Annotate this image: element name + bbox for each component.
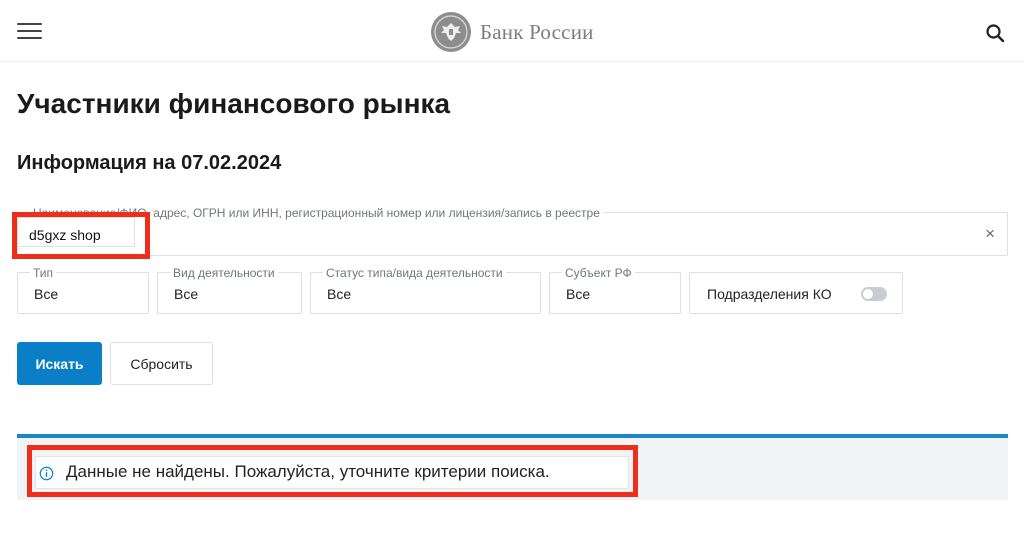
filter-activity-value: Все — [174, 286, 199, 302]
hamburger-menu-icon[interactable] — [17, 23, 42, 41]
filter-region-select[interactable]: Субъект РФ Все — [549, 266, 681, 314]
highlighted-notice-text: Данные не найдены. Пожалуйста, уточните … — [66, 462, 550, 481]
clear-search-icon[interactable]: × — [985, 224, 995, 244]
notice-highlight-backdrop: Данные не найдены. Пожалуйста, уточните … — [35, 456, 629, 489]
filter-activity-label: Вид деятельности — [170, 266, 278, 280]
search-input[interactable]: Наименование/ФИО, адрес, ОГРН или ИНН, р… — [17, 206, 1008, 256]
info-date-heading: Информация на 07.02.2024 — [17, 152, 282, 174]
page-title: Участники финансового рынка — [17, 88, 451, 119]
toggle-knob — [863, 289, 873, 299]
reset-button[interactable]: Сбросить — [110, 342, 213, 385]
filter-status-select[interactable]: Статус типа/вида деятельности Все — [310, 266, 541, 314]
branches-toggle-switch[interactable] — [861, 287, 887, 301]
branches-toggle-field[interactable]: Подразделения КО — [689, 272, 903, 314]
filter-activity-select[interactable]: Вид деятельности Все — [157, 266, 302, 314]
logo[interactable]: Банк России — [431, 12, 594, 52]
header: Банк России — [0, 0, 1024, 62]
branches-toggle-label: Подразделения КО — [707, 286, 832, 302]
highlighted-notice-info-icon — [39, 466, 54, 481]
filter-type-label: Тип — [30, 266, 57, 280]
search-button[interactable]: Искать — [17, 342, 102, 385]
filter-type-select[interactable]: Тип Все — [17, 266, 149, 314]
highlighted-search-text: d5gxz shop — [29, 227, 101, 243]
filter-status-label: Статус типа/вида деятельности — [323, 266, 506, 280]
filter-region-label: Субъект РФ — [562, 266, 635, 280]
eagle-emblem-icon — [431, 12, 471, 52]
logo-text: Банк России — [480, 19, 594, 44]
filter-region-value: Все — [566, 286, 591, 302]
filter-status-value: Все — [327, 286, 352, 302]
filter-type-value: Все — [34, 286, 59, 302]
search-icon[interactable] — [985, 23, 1005, 43]
